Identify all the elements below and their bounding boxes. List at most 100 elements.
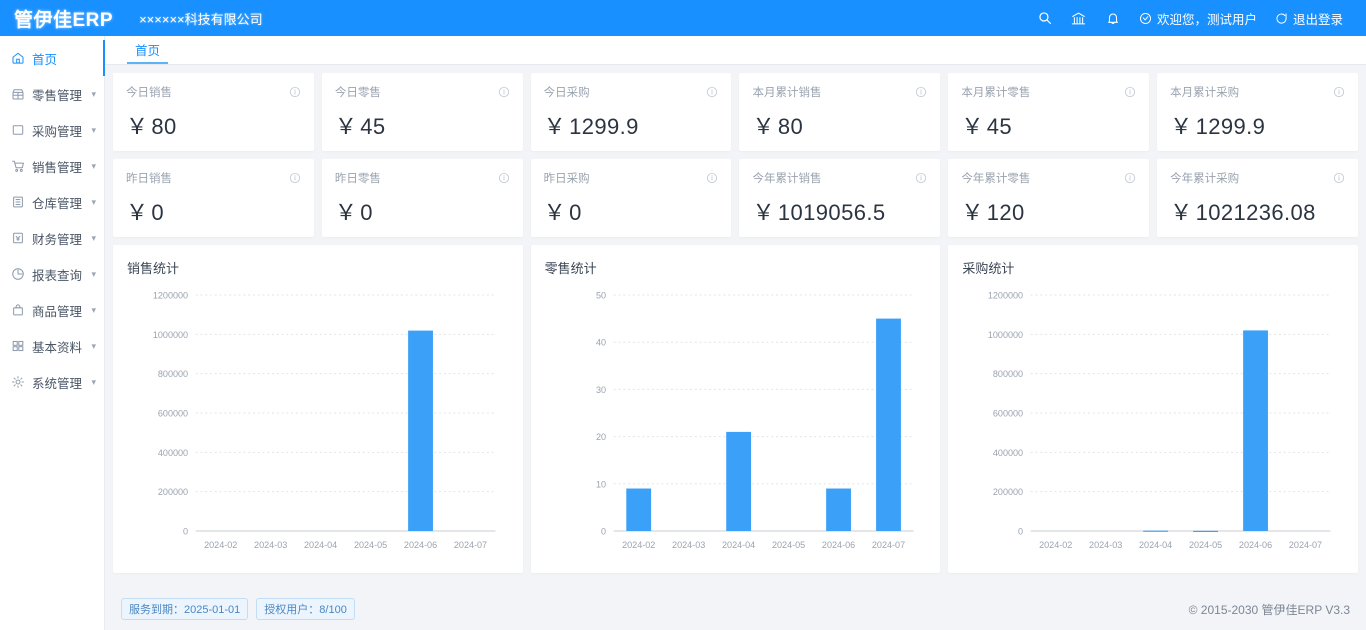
info-icon[interactable] [498, 172, 510, 184]
sidebar-item-sales[interactable]: 销售管理 ▾ [0, 148, 104, 184]
svg-text:2024-07: 2024-07 [1289, 540, 1322, 550]
app-header: 管伊佳ERP ××××××科技有限公司 [0, 0, 1366, 36]
kpi-value: ￥1299.9 [1170, 109, 1345, 141]
kpi-title: 昨日零售 [335, 170, 381, 186]
svg-text:2024-05: 2024-05 [772, 540, 805, 550]
cart-icon [9, 159, 26, 173]
chart-row: 销售统计020000040000060000080000010000001200… [113, 245, 1358, 573]
kpi-card: 本月累计销售￥80 [739, 73, 940, 151]
bank-icon[interactable] [1062, 0, 1096, 36]
info-icon[interactable] [915, 86, 927, 98]
svg-text:200000: 200000 [993, 487, 1023, 497]
svg-text:400000: 400000 [158, 448, 188, 458]
kpi-amount: 80 [151, 114, 176, 139]
svg-text:1200000: 1200000 [153, 290, 188, 300]
kpi-header: 今日销售 [126, 84, 301, 100]
sidebar-item-basic-data[interactable]: 基本资料 ▾ [0, 328, 104, 364]
grid-icon [9, 339, 26, 353]
sidebar-item-reports[interactable]: 报表查询 ▾ [0, 256, 104, 292]
info-icon[interactable] [1333, 86, 1345, 98]
svg-text:2024-03: 2024-03 [1089, 540, 1122, 550]
info-icon[interactable] [706, 172, 718, 184]
welcome-user[interactable]: 欢迎您，测试用户 [1130, 0, 1266, 36]
kpi-header: 今年累计销售 [752, 170, 927, 186]
sidebar-item-retail[interactable]: 零售管理 ▾ [0, 76, 104, 112]
search-icon[interactable] [1028, 0, 1062, 36]
tab-bar: 首页 [105, 36, 1366, 65]
info-icon[interactable] [289, 86, 301, 98]
sidebar-item-label: 仓库管理 [32, 193, 82, 212]
sidebar-item-home[interactable]: 首页 [0, 40, 104, 76]
kpi-amount: 120 [987, 200, 1025, 225]
kpi-amount: 45 [360, 114, 385, 139]
chart-title: 销售统计 [127, 258, 513, 277]
kpi-amount: 1019056.5 [778, 200, 886, 225]
licensed-users-badge: 授权用户：8/100 [256, 598, 355, 620]
kpi-title: 今年累计零售 [961, 170, 1030, 186]
sidebar-item-purchase[interactable]: 采购管理 ▾ [0, 112, 104, 148]
info-icon[interactable] [498, 86, 510, 98]
tab-home[interactable]: 首页 [127, 45, 168, 65]
bell-icon[interactable] [1096, 0, 1130, 36]
kpi-title: 本月累计采购 [1170, 84, 1239, 100]
info-icon[interactable] [915, 172, 927, 184]
kpi-value: ￥0 [335, 195, 510, 227]
kpi-title: 今日零售 [335, 84, 381, 100]
info-icon[interactable] [289, 172, 301, 184]
currency-symbol: ￥ [544, 200, 566, 225]
kpi-title: 本月累计零售 [961, 84, 1030, 100]
sidebar-item-goods[interactable]: 商品管理 ▾ [0, 292, 104, 328]
svg-text:20: 20 [596, 432, 606, 442]
info-icon[interactable] [1124, 86, 1136, 98]
chart-plot-area: 0200000400000600000800000100000012000002… [127, 281, 513, 571]
kpi-title: 今年累计销售 [752, 170, 821, 186]
svg-text:2024-06: 2024-06 [1239, 540, 1272, 550]
sidebar-item-label: 采购管理 [32, 121, 82, 140]
chevron-down-icon: ▾ [91, 234, 96, 243]
info-icon[interactable] [1333, 172, 1345, 184]
svg-text:2024-03: 2024-03 [672, 540, 705, 550]
svg-text:0: 0 [1018, 526, 1023, 536]
kpi-header: 今日零售 [335, 84, 510, 100]
currency-symbol: ￥ [961, 114, 983, 139]
header-actions: 欢迎您，测试用户 退出登录 [1028, 0, 1366, 36]
chart-title: 零售统计 [545, 258, 931, 277]
svg-text:0: 0 [601, 526, 606, 536]
kpi-header: 昨日采购 [544, 170, 719, 186]
kpi-grid: 今日销售￥80今日零售￥45今日采购￥1299.9本月累计销售￥80本月累计零售… [113, 73, 1358, 237]
kpi-title: 今日销售 [126, 84, 172, 100]
box-icon [9, 123, 26, 137]
shop-icon [9, 87, 26, 101]
kpi-header: 本月累计零售 [961, 84, 1136, 100]
chart-plot-area: 0200000400000600000800000100000012000002… [962, 281, 1348, 571]
svg-text:600000: 600000 [993, 408, 1023, 418]
currency-symbol: ￥ [335, 200, 357, 225]
logout-label: 退出登录 [1293, 9, 1343, 28]
kpi-value: ￥45 [961, 109, 1136, 141]
logout-button[interactable]: 退出登录 [1266, 0, 1352, 36]
sidebar-item-warehouse[interactable]: 仓库管理 ▾ [0, 184, 104, 220]
currency-symbol: ￥ [961, 200, 983, 225]
kpi-value: ￥0 [126, 195, 301, 227]
kpi-card: 本月累计零售 ￥45 [948, 73, 1149, 151]
sidebar-item-system[interactable]: 系统管理 ▾ [0, 364, 104, 400]
sidebar-item-finance[interactable]: 财务管理 ▾ [0, 220, 104, 256]
info-icon[interactable] [706, 86, 718, 98]
logo-area[interactable]: 管伊佳ERP ××××××科技有限公司 [0, 5, 263, 32]
kpi-title: 昨日采购 [544, 170, 590, 186]
chart-card: 采购统计020000040000060000080000010000001200… [948, 245, 1358, 573]
svg-text:2024-06: 2024-06 [404, 540, 437, 550]
chart-card: 销售统计020000040000060000080000010000001200… [113, 245, 523, 573]
home-icon [9, 51, 26, 65]
sidebar-item-label: 基本资料 [32, 337, 82, 356]
svg-text:600000: 600000 [158, 408, 188, 418]
kpi-title: 今年累计采购 [1170, 170, 1239, 186]
kpi-card: 昨日零售 ￥0 [322, 159, 523, 237]
info-icon[interactable] [1124, 172, 1136, 184]
kpi-value: ￥120 [961, 195, 1136, 227]
chevron-down-icon: ▾ [91, 378, 96, 387]
svg-text:2024-04: 2024-04 [1139, 540, 1172, 550]
logout-icon [1275, 12, 1288, 25]
chevron-down-icon: ▾ [91, 90, 96, 99]
warehouse-icon [9, 195, 26, 209]
